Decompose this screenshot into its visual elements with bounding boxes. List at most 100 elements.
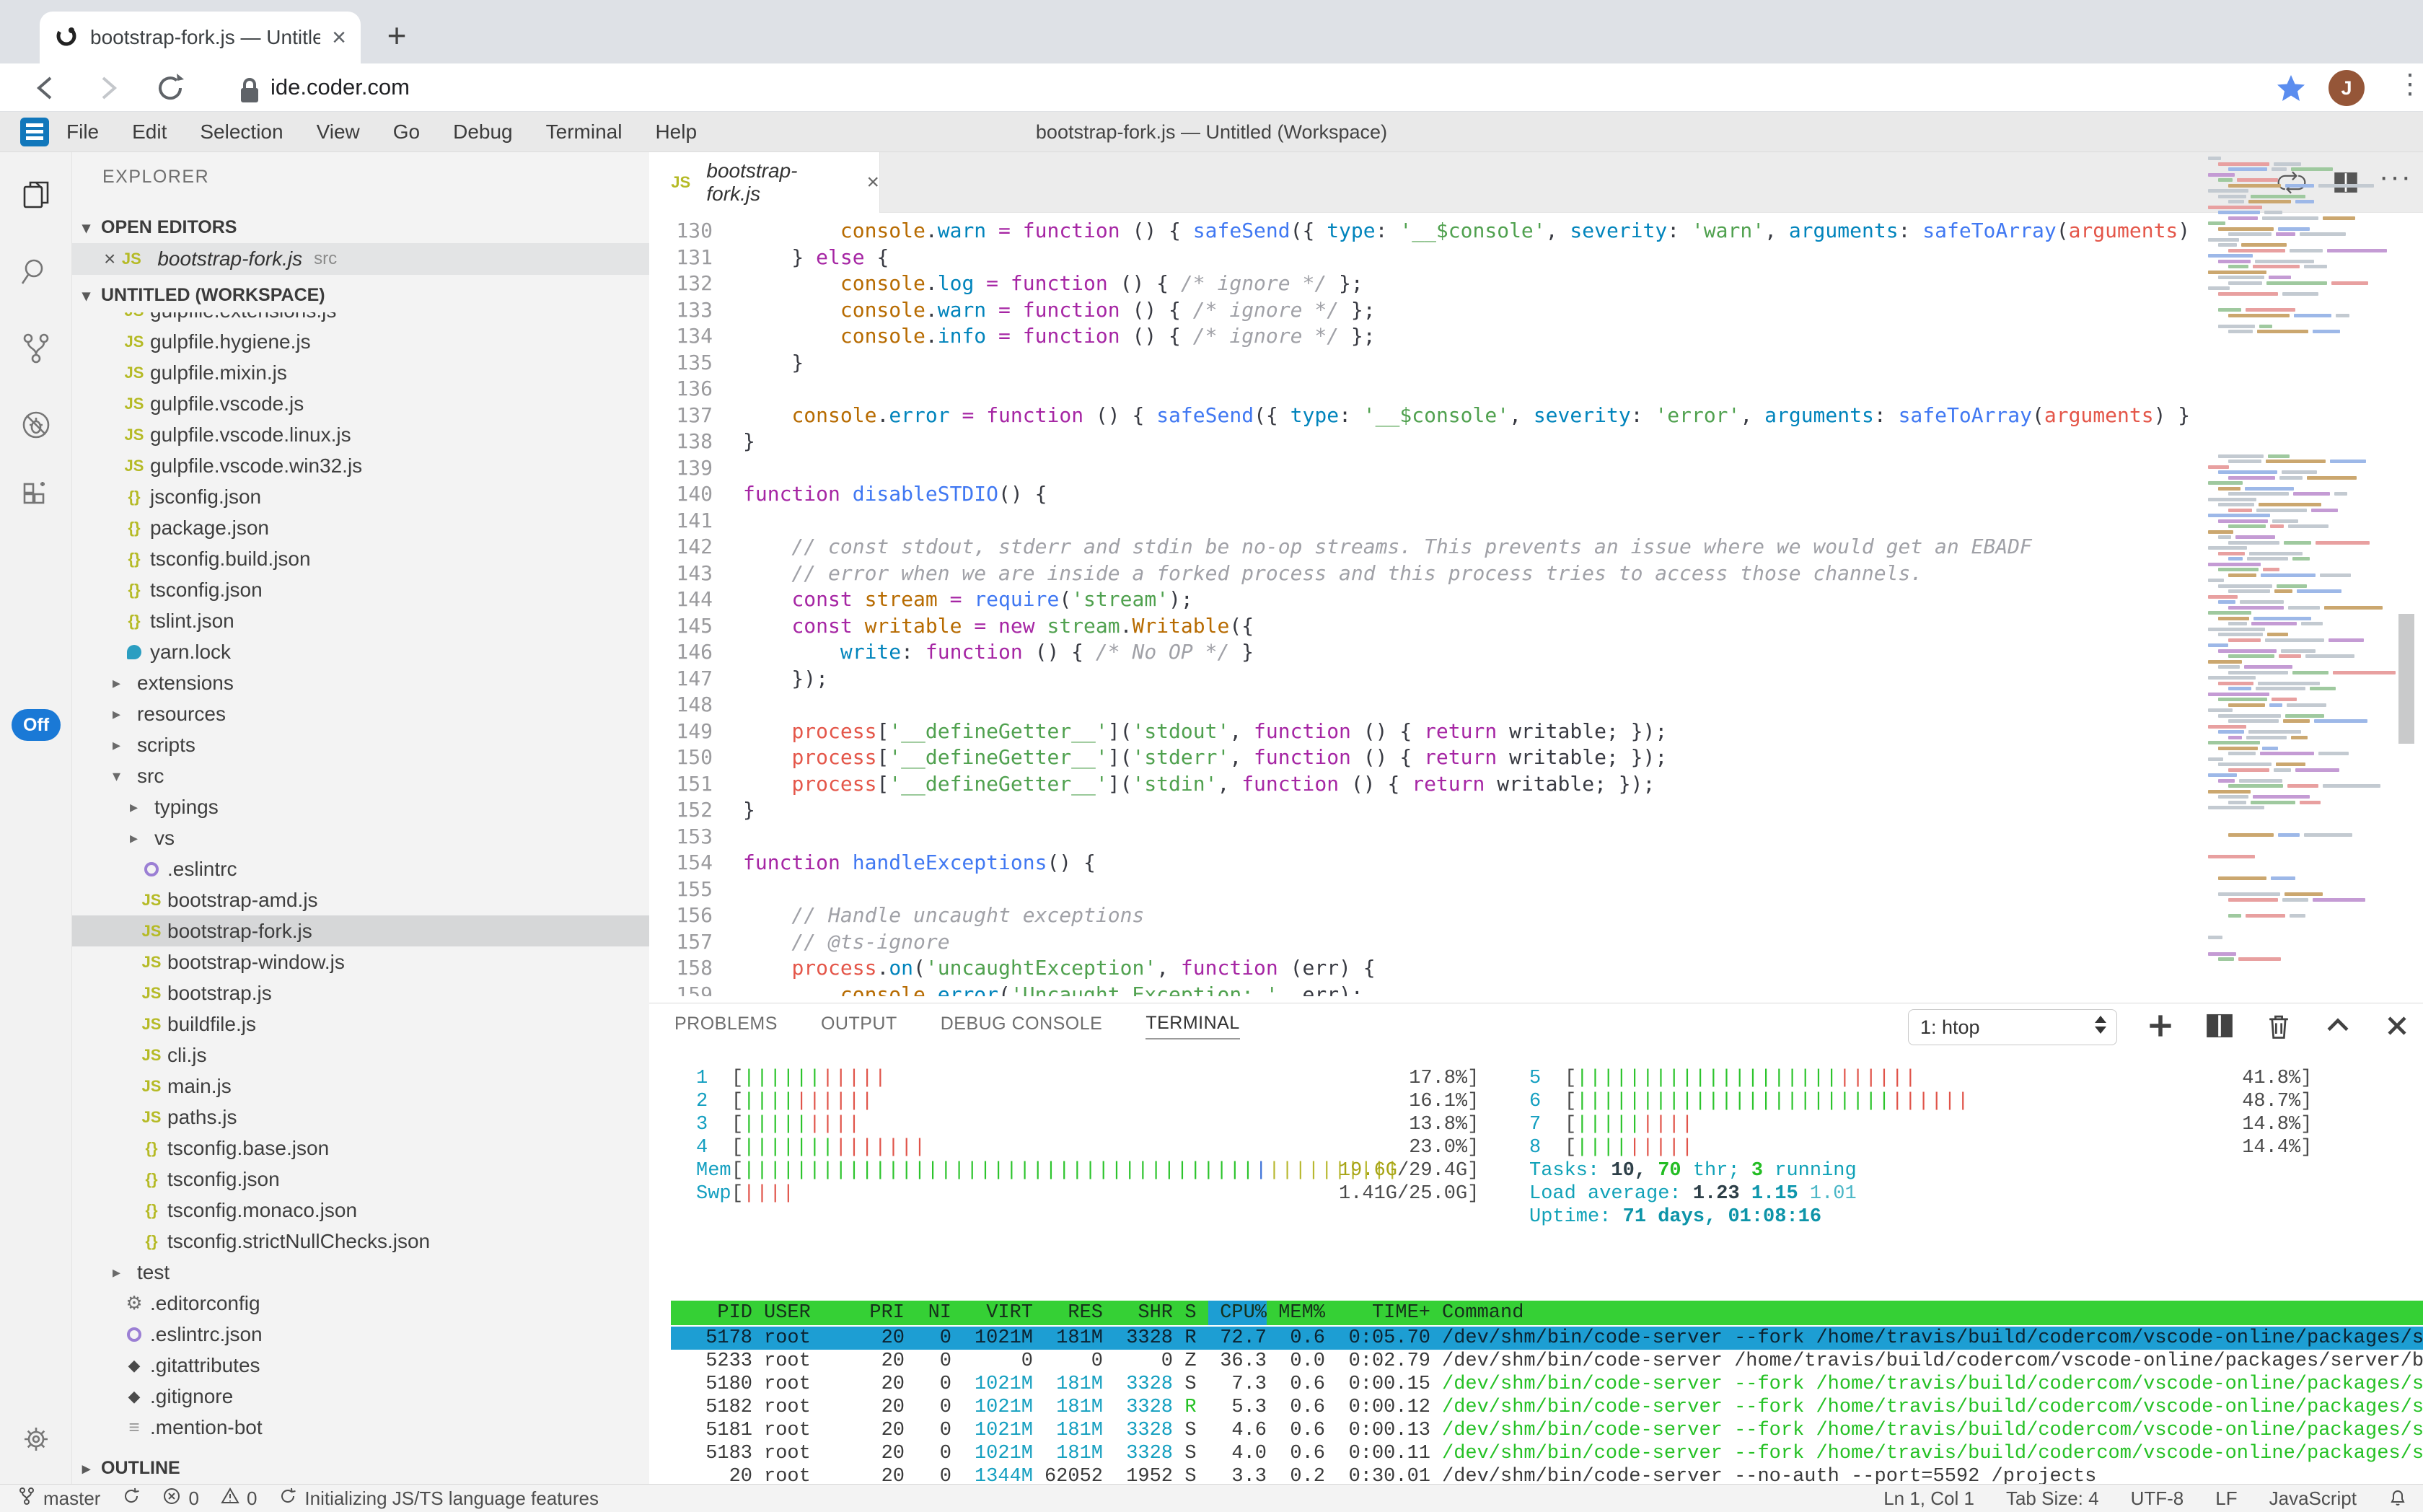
panel-tab-debug-console[interactable]: DEBUG CONSOLE xyxy=(941,1014,1103,1039)
status-badge[interactable]: Off xyxy=(12,709,61,741)
statusbar-javascript[interactable]: JavaScript xyxy=(2269,1487,2357,1510)
tree-item-bootstrap-window.js[interactable]: JSbootstrap-window.js xyxy=(72,946,649,977)
statusbar-tab-size-4[interactable]: Tab Size: 4 xyxy=(2006,1487,2099,1510)
tree-item-tsconfig.json[interactable]: {}tsconfig.json xyxy=(72,574,649,605)
tree-item-gulpfile.extensions.js[interactable]: JSgulpfile.extensions.js xyxy=(72,312,649,326)
terminal[interactable]: PIDUSERPRINIVIRTRESSHRSCPU%MEM%TIME+Comm… xyxy=(649,1048,2423,1485)
tree-item-tsconfig.monaco.json[interactable]: {}tsconfig.monaco.json xyxy=(72,1195,649,1226)
tree-item-jsconfig.json[interactable]: {}jsconfig.json xyxy=(72,481,649,512)
statusbar-error-0[interactable]: 0 xyxy=(162,1487,198,1511)
menu-file[interactable]: File xyxy=(66,120,99,144)
statusbar-warning-0[interactable]: 0 xyxy=(221,1487,257,1511)
tree-item-tslint.json[interactable]: {}tslint.json xyxy=(72,605,649,636)
statusbar-sync[interactable] xyxy=(122,1487,141,1511)
tree-item-tsconfig.json[interactable]: {}tsconfig.json xyxy=(72,1164,649,1195)
bookmark-star-icon[interactable] xyxy=(2274,71,2308,105)
tree-item-gulpfile.vscode.win32.js[interactable]: JSgulpfile.vscode.win32.js xyxy=(72,450,649,481)
tree-item-.mention-bot[interactable]: ≡.mention-bot xyxy=(72,1412,649,1443)
process-row-5233[interactable]: 5233root200000Z36.30.00:02.79/dev/shm/bi… xyxy=(671,1350,2423,1373)
close-icon[interactable]: × xyxy=(104,247,115,271)
tree-item-scripts[interactable]: ▸scripts xyxy=(72,729,649,760)
forward-icon[interactable] xyxy=(90,71,125,105)
bell-icon[interactable] xyxy=(2388,1489,2407,1508)
explorer-icon[interactable] xyxy=(19,178,53,213)
menu-selection[interactable]: Selection xyxy=(200,120,283,144)
tab-close-icon[interactable]: × xyxy=(332,24,346,52)
process-row-5181[interactable]: 5181root2001021M181M3328S4.60.60:00.13/d… xyxy=(671,1419,2423,1442)
tree-item-.editorconfig[interactable]: ⚙.editorconfig xyxy=(72,1288,649,1319)
app-logo-icon[interactable] xyxy=(20,118,49,146)
editor-tab-bootstrap-fork[interactable]: JS bootstrap-fork.js × xyxy=(649,152,880,213)
htop-table-header[interactable]: PIDUSERPRINIVIRTRESSHRSCPU%MEM%TIME+Comm… xyxy=(671,1301,2423,1325)
tree-item-buildfile.js[interactable]: JSbuildfile.js xyxy=(72,1008,649,1040)
process-row-5180[interactable]: 5180root2001021M181M3328S7.30.60:00.15/d… xyxy=(671,1373,2423,1396)
statusbar-branch-master[interactable]: master xyxy=(17,1487,100,1511)
tree-item-.gitattributes[interactable]: ◆.gitattributes xyxy=(72,1350,649,1381)
tree-item-typings[interactable]: ▸typings xyxy=(72,791,649,822)
process-row-5178[interactable]: 5178root2001021M181M3328R72.70.60:05.70/… xyxy=(671,1327,2423,1350)
kill-terminal-icon[interactable] xyxy=(2263,1010,2295,1045)
tree-item-.eslintrc.json[interactable]: .eslintrc.json xyxy=(72,1319,649,1350)
code-editor[interactable]: 130 console.warn = function () { safeSen… xyxy=(649,214,2193,996)
panel-tab-problems[interactable]: PROBLEMS xyxy=(674,1014,778,1039)
process-row-5183[interactable]: 5183root2001021M181M3328S4.00.60:00.11/d… xyxy=(671,1442,2423,1465)
search-icon[interactable] xyxy=(19,255,53,289)
tree-item-paths.js[interactable]: JSpaths.js xyxy=(72,1102,649,1133)
tree-item-.gitignore[interactable]: ◆.gitignore xyxy=(72,1381,649,1412)
tree-item-package.json[interactable]: {}package.json xyxy=(72,512,649,543)
statusbar-ln-1-col-1[interactable]: Ln 1, Col 1 xyxy=(1883,1487,1974,1510)
split-terminal-icon[interactable] xyxy=(2204,1010,2235,1045)
close-icon[interactable]: × xyxy=(866,170,879,195)
extensions-icon[interactable] xyxy=(19,478,53,513)
new-terminal-icon[interactable] xyxy=(2145,1010,2176,1045)
tree-item-yarn.lock[interactable]: yarn.lock xyxy=(72,636,649,667)
tree-item-tsconfig.build.json[interactable]: {}tsconfig.build.json xyxy=(72,543,649,574)
reload-icon[interactable] xyxy=(153,71,188,105)
close-panel-icon[interactable] xyxy=(2381,1010,2413,1045)
browser-tab[interactable]: bootstrap-fork.js — Untitled (W × xyxy=(40,12,361,63)
menu-view[interactable]: View xyxy=(317,120,360,144)
menu-debug[interactable]: Debug xyxy=(453,120,513,144)
tree-item-extensions[interactable]: ▸extensions xyxy=(72,667,649,698)
statusbar-sync-initializing[interactable]: Initializing JS/TS language features xyxy=(278,1487,599,1511)
tree-item-gulpfile.vscode.linux.js[interactable]: JSgulpfile.vscode.linux.js xyxy=(72,419,649,450)
process-row-20[interactable]: 20root2001344M620521952S3.30.20:30.01/de… xyxy=(671,1465,2423,1485)
tree-item-main.js[interactable]: JSmain.js xyxy=(72,1071,649,1102)
menu-go[interactable]: Go xyxy=(393,120,420,144)
process-row-5182[interactable]: 5182root2001021M181M3328R5.30.60:00.12/d… xyxy=(671,1396,2423,1419)
maximize-panel-icon[interactable] xyxy=(2322,1010,2354,1045)
tree-item-bootstrap.js[interactable]: JSbootstrap.js xyxy=(72,977,649,1008)
tree-item-resources[interactable]: ▸resources xyxy=(72,698,649,729)
minimap[interactable] xyxy=(2204,157,2384,993)
tree-item-cli.js[interactable]: JScli.js xyxy=(72,1040,649,1071)
open-editors-section[interactable]: ▾OPEN EDITORS xyxy=(72,211,649,243)
panel-tab-output[interactable]: OUTPUT xyxy=(821,1014,897,1039)
statusbar-lf[interactable]: LF xyxy=(2215,1487,2237,1510)
outline-section[interactable]: ▸OUTLINE xyxy=(72,1452,649,1484)
tree-item-bootstrap-amd.js[interactable]: JSbootstrap-amd.js xyxy=(72,884,649,915)
tree-item-.eslintrc[interactable]: .eslintrc xyxy=(72,853,649,884)
debug-disabled-icon[interactable] xyxy=(19,408,53,442)
tree-item-src[interactable]: ▾src xyxy=(72,760,649,791)
tree-item-gulpfile.vscode.js[interactable]: JSgulpfile.vscode.js xyxy=(72,388,649,419)
tree-item-gulpfile.hygiene.js[interactable]: JSgulpfile.hygiene.js xyxy=(72,326,649,357)
menu-terminal[interactable]: Terminal xyxy=(546,120,623,144)
menu-edit[interactable]: Edit xyxy=(132,120,167,144)
tree-item-test[interactable]: ▸test xyxy=(72,1257,649,1288)
settings-gear-icon[interactable] xyxy=(19,1422,53,1456)
tree-item-vs[interactable]: ▸vs xyxy=(72,822,649,853)
tree-item-bootstrap-fork.js[interactable]: JSbootstrap-fork.js xyxy=(72,915,649,946)
panel-tab-terminal[interactable]: TERMINAL xyxy=(1145,1013,1239,1040)
editor-scrollbar[interactable] xyxy=(2398,614,2414,744)
tree-item-tsconfig.base.json[interactable]: {}tsconfig.base.json xyxy=(72,1133,649,1164)
new-tab-button[interactable]: + xyxy=(375,16,418,55)
avatar[interactable]: J xyxy=(2329,70,2365,106)
browser-menu-icon[interactable]: ⋮ xyxy=(2396,68,2423,100)
back-icon[interactable] xyxy=(29,71,63,105)
source-control-icon[interactable] xyxy=(19,331,53,366)
tree-item-gulpfile.mixin.js[interactable]: JSgulpfile.mixin.js xyxy=(72,357,649,388)
url-bar[interactable]: ide.coder.com xyxy=(271,74,410,100)
open-editor-item[interactable]: × JS bootstrap-fork.js src xyxy=(72,243,649,275)
menu-help[interactable]: Help xyxy=(655,120,697,144)
tree-item-tsconfig.strictNullChecks.json[interactable]: {}tsconfig.strictNullChecks.json xyxy=(72,1226,649,1257)
